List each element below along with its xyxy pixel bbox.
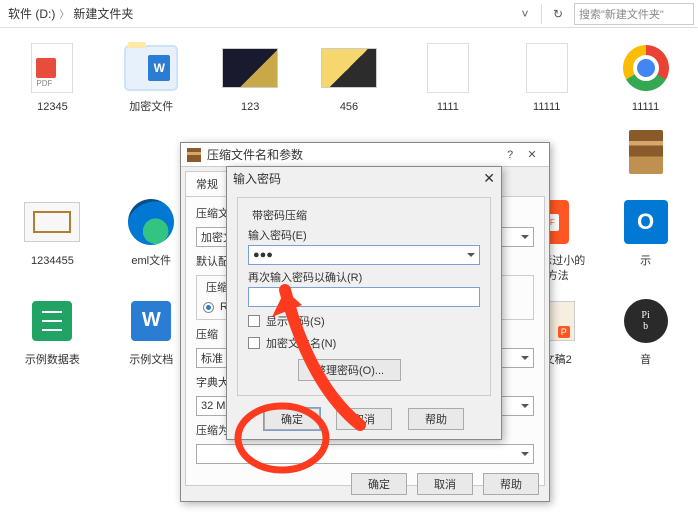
- help-button[interactable]: ?: [499, 149, 521, 161]
- file-item[interactable]: 示例数据表: [6, 293, 99, 367]
- tab-general[interactable]: 常规: [185, 171, 229, 196]
- file-item[interactable]: [599, 124, 692, 184]
- archive-title: 压缩文件名和参数: [207, 146, 303, 163]
- password-ok-button[interactable]: 确定: [264, 408, 320, 430]
- folder-icon: W: [126, 47, 176, 89]
- password-group-title: 带密码压缩: [248, 207, 311, 223]
- image-icon: [24, 202, 80, 242]
- chrome-icon: [623, 45, 669, 91]
- split-size[interactable]: [196, 444, 534, 464]
- breadcrumb[interactable]: 软件 (D:)〉 新建文件夹: [4, 5, 513, 22]
- archive-ok-button[interactable]: 确定: [351, 473, 407, 495]
- search-input[interactable]: 搜索"新建文件夹": [574, 3, 694, 25]
- breadcrumb-bar: 软件 (D:)〉 新建文件夹 ˅ ↻ 搜索"新建文件夹": [0, 0, 698, 28]
- close-icon[interactable]: ✕: [521, 148, 543, 161]
- file-icon: [427, 43, 469, 93]
- rar-icon: [629, 130, 663, 174]
- outlook-icon: O: [624, 200, 668, 244]
- show-password-checkbox[interactable]: 显示密码(S): [248, 313, 480, 329]
- refresh-icon[interactable]: ↻: [546, 2, 570, 26]
- file-item[interactable]: 1111: [401, 40, 494, 114]
- file-item[interactable]: Pib音: [599, 293, 692, 367]
- app-icon: Pib: [624, 299, 668, 343]
- file-icon: [526, 43, 568, 93]
- radio-rar[interactable]: [203, 302, 214, 313]
- archive-cancel-button[interactable]: 取消: [417, 473, 473, 495]
- file-item[interactable]: 11111: [500, 40, 593, 114]
- winrar-icon: [187, 148, 201, 162]
- dropdown-icon[interactable]: ˅: [513, 2, 537, 26]
- file-item[interactable]: 12345: [6, 40, 99, 114]
- close-icon[interactable]: ✕: [483, 170, 495, 187]
- password-titlebar: 输入密码 ✕: [227, 167, 501, 189]
- password-cancel-button[interactable]: 取消: [336, 408, 392, 430]
- word-icon: W: [131, 301, 171, 341]
- archive-titlebar: 压缩文件名和参数 ? ✕: [181, 143, 549, 167]
- encrypt-names-checkbox[interactable]: 加密文件名(N): [248, 335, 480, 351]
- password-input[interactable]: ●●●: [248, 245, 480, 265]
- image-icon: [222, 48, 278, 88]
- pdf-icon: [31, 43, 73, 93]
- password-dialog: 输入密码 ✕ 带密码压缩 输入密码(E) ●●● 再次输入密码以确认(R) 显示…: [226, 166, 502, 440]
- breadcrumb-drive[interactable]: 软件 (D:)〉: [8, 5, 69, 22]
- file-item[interactable]: 1234455: [6, 194, 99, 283]
- file-item[interactable]: W加密文件: [105, 40, 198, 114]
- spreadsheet-icon: [32, 301, 72, 341]
- breadcrumb-folder[interactable]: 新建文件夹: [73, 5, 133, 22]
- file-item[interactable]: O示: [599, 194, 692, 283]
- password-title: 输入密码: [233, 170, 281, 187]
- confirm-password-input[interactable]: [248, 287, 480, 307]
- enter-password-label: 输入密码(E): [248, 227, 480, 243]
- image-icon: [321, 48, 377, 88]
- archive-help-button[interactable]: 帮助: [483, 473, 539, 495]
- file-item[interactable]: 123: [204, 40, 297, 114]
- manage-passwords-button[interactable]: 整理密码(O)...: [298, 359, 401, 381]
- edge-icon: [128, 199, 174, 245]
- file-item[interactable]: 456: [303, 40, 396, 114]
- password-help-button[interactable]: 帮助: [408, 408, 464, 430]
- file-item[interactable]: 11111: [599, 40, 692, 114]
- confirm-password-label: 再次输入密码以确认(R): [248, 269, 480, 285]
